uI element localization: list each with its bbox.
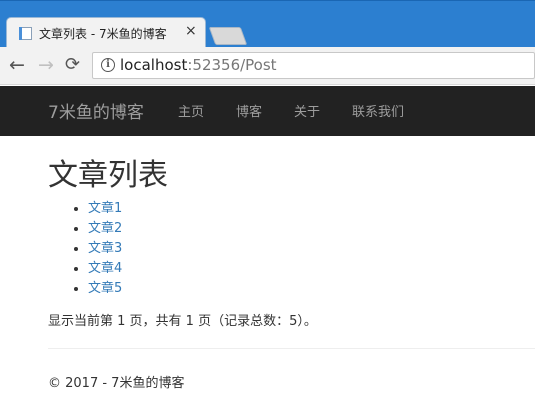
post-list: 文章1 文章2 文章3 文章4 文章5 [48,199,122,299]
close-icon[interactable]: × [185,23,197,39]
list-item: 文章2 [88,219,122,239]
nav-link-about[interactable]: 关于 [294,101,320,120]
reload-icon[interactable]: ⟳ [65,55,80,75]
site-navbar: 7米鱼的博客 主页 博客 关于 联系我们 [0,86,535,136]
arrow-left-icon[interactable]: ← [9,55,25,75]
site-brand[interactable]: 7米鱼的博客 [48,98,144,123]
browser-tabstrip: 文章列表 - 7米鱼的博客 × [0,0,535,48]
arrow-right-icon[interactable]: → [38,55,54,75]
new-tab-button[interactable] [208,27,248,45]
tab-title: 文章列表 - 7米鱼的博客 [39,27,167,41]
list-item: 文章3 [88,239,122,259]
info-icon[interactable]: i [101,58,115,72]
post-link-5[interactable]: 文章5 [88,281,122,296]
nav-link-blog[interactable]: 博客 [236,101,262,120]
address-bar[interactable]: i localhost:52356/Post [92,52,535,79]
page-icon [19,27,32,40]
nav-link-home[interactable]: 主页 [178,101,204,120]
post-link-1[interactable]: 文章1 [88,201,122,216]
browser-tab[interactable]: 文章列表 - 7米鱼的博客 × [6,17,206,48]
list-item: 文章5 [88,279,122,299]
list-item: 文章1 [88,199,122,219]
url-path: :52356/Post [187,56,277,74]
list-item: 文章4 [88,259,122,279]
browser-toolbar: ← → ⟳ i localhost:52356/Post [0,47,535,85]
url-host: localhost [120,56,188,74]
footer-divider [48,348,535,349]
pagination-info: 显示当前第 1 页，共有 1 页（记录总数：5）。 [48,314,317,329]
url-text[interactable]: localhost:52356/Post [120,56,277,74]
page-title: 文章列表 [48,158,168,193]
nav-link-contact[interactable]: 联系我们 [352,101,404,120]
post-link-4[interactable]: 文章4 [88,261,122,276]
post-link-2[interactable]: 文章2 [88,221,122,236]
post-link-3[interactable]: 文章3 [88,241,122,256]
footer-copyright: © 2017 - 7米鱼的博客 [48,376,185,391]
